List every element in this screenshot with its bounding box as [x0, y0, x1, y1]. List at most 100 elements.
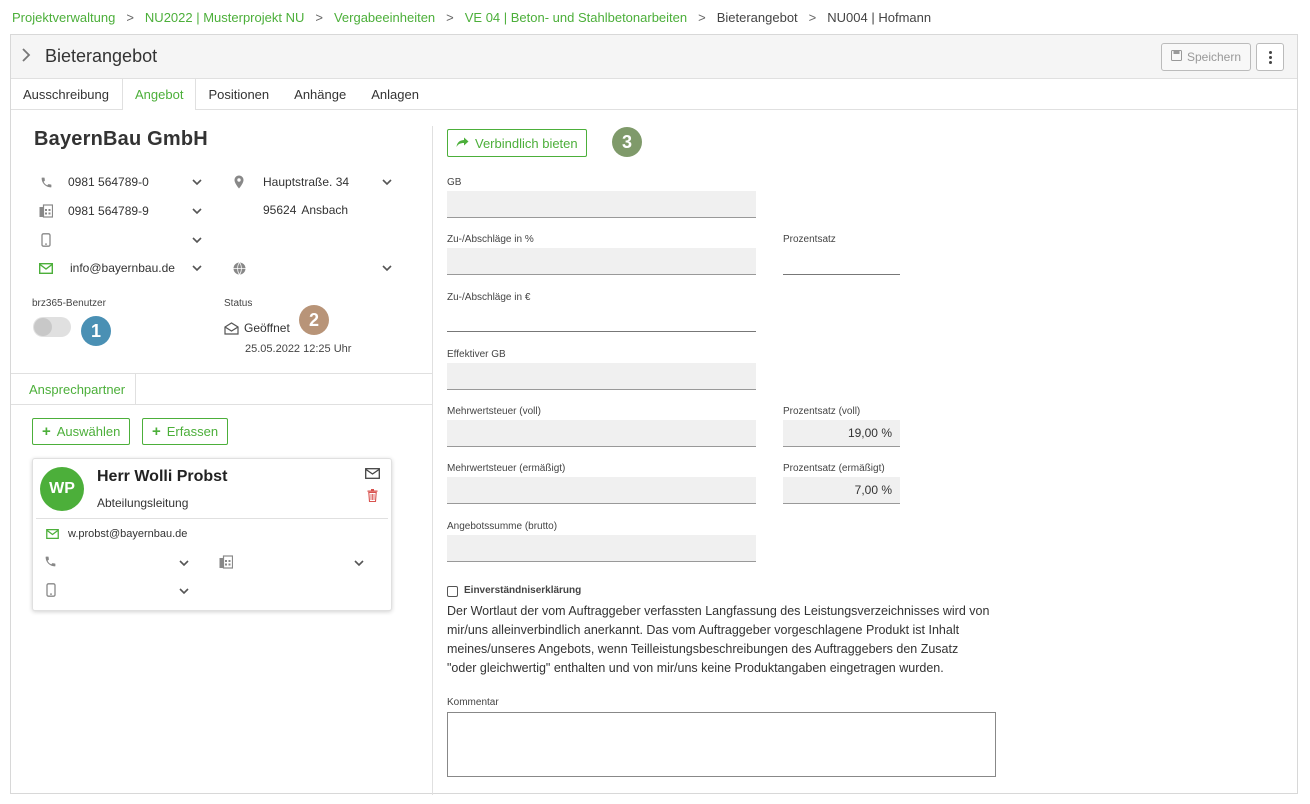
tab-bar: Ausschreibung Angebot Positionen Anhänge… [11, 79, 1297, 110]
page-title: Bieterangebot [45, 46, 158, 66]
chevron-down-icon[interactable] [191, 207, 203, 219]
company-city-row: 95624 Ansbach [263, 203, 348, 217]
status-label: Status [224, 298, 253, 309]
email-icon[interactable] [365, 468, 380, 482]
tab-ansprechpartner[interactable]: Ansprechpartner [21, 373, 136, 405]
breadcrumb-separator: > [808, 10, 817, 25]
chevron-right-icon[interactable] [21, 47, 35, 65]
consent-text-line: meines/unseres Angebots, wenn Teilleistu… [447, 642, 959, 656]
consent-text: Der Wortlaut der vom Auftraggeber verfas… [447, 602, 1007, 678]
phone-icon [44, 555, 57, 571]
brz-user-label: brz365-Benutzer [32, 298, 106, 309]
vat-full-rate-field[interactable]: 19,00 % [783, 420, 900, 447]
vat-full-rate-label: Prozentsatz (voll) [783, 406, 861, 417]
save-icon [1170, 50, 1182, 64]
chevron-down-icon[interactable] [381, 264, 393, 276]
breadcrumb-vergabeeinheiten[interactable]: Vergabeeinheiten [334, 10, 435, 25]
tab-angebot[interactable]: Angebot [122, 79, 197, 110]
fax-icon [219, 555, 234, 572]
company-phone-row: 0981 564789-0 [38, 174, 149, 190]
column-divider [432, 126, 433, 795]
tab-ausschreibung[interactable]: Ausschreibung [11, 79, 122, 109]
vat-full-field[interactable] [447, 420, 756, 447]
phone-icon [38, 174, 54, 190]
bid-binding-button[interactable]: Verbindlich bieten [447, 129, 587, 157]
contact-email-row: w.probst@bayernbau.de [44, 526, 187, 542]
contact-name: Herr Wolli Probst [97, 468, 228, 485]
company-email[interactable]: info@bayernbau.de [70, 261, 175, 275]
effective-gb-field[interactable] [447, 363, 756, 390]
chevron-down-icon[interactable] [178, 587, 190, 599]
consent-text-line: "oder gleichwertig" enthalten und von mi… [447, 661, 944, 675]
fax-icon [38, 203, 54, 219]
card-divider [36, 518, 388, 519]
breadcrumb-separator: > [315, 10, 323, 25]
share-arrow-icon [456, 136, 469, 151]
consent-checkbox[interactable] [447, 586, 458, 597]
main-panel: Bieterangebot Speichern Ausschreibung An… [10, 34, 1298, 795]
percent-rate-field[interactable] [783, 248, 900, 275]
select-contact-button[interactable]: + Auswählen [32, 418, 131, 445]
effective-gb-label: Effektiver GB [447, 349, 506, 360]
chevron-down-icon[interactable] [191, 264, 203, 276]
vat-reduced-label: Mehrwertsteuer (ermäßigt) [447, 463, 566, 474]
status-row: Geöffnet [223, 320, 290, 336]
contact-role: Abteilungsleitung [97, 496, 189, 510]
map-marker-icon [231, 174, 247, 190]
vat-reduced-field[interactable] [447, 477, 756, 504]
company-street: Hauptstraße. 34 [263, 175, 350, 189]
comment-textarea[interactable] [447, 712, 996, 777]
company-email-row: info@bayernbau.de [38, 260, 175, 276]
more-vertical-icon[interactable] [1256, 43, 1284, 71]
email-icon [38, 260, 54, 276]
gb-field[interactable] [447, 191, 756, 218]
contact-email[interactable]: w.probst@bayernbau.de [68, 528, 187, 540]
total-gross-field[interactable] [447, 535, 756, 562]
company-city: Ansbach [301, 203, 349, 217]
chevron-down-icon[interactable] [353, 559, 365, 571]
avatar: WP [40, 467, 84, 511]
total-gross-label: Angebotssumme (brutto) [447, 521, 558, 532]
company-website-row [231, 260, 263, 276]
company-mobile-row [38, 232, 68, 248]
vat-reduced-rate-label: Prozentsatz (ermäßigt) [783, 463, 885, 474]
breadcrumb-separator: > [698, 10, 706, 25]
add-contact-button[interactable]: + Erfassen [142, 418, 229, 445]
consent-label: Einverständniserklärung [464, 585, 582, 596]
chevron-down-icon[interactable] [178, 559, 190, 571]
company-street-row: Hauptstraße. 34 [231, 174, 349, 190]
vat-full-label: Mehrwertsteuer (voll) [447, 406, 541, 417]
vat-reduced-rate-field[interactable]: 7,00 % [783, 477, 900, 504]
company-fax: 0981 564789-9 [68, 204, 149, 218]
breadcrumb-projektverwaltung[interactable]: Projektverwaltung [12, 10, 115, 25]
contact-card: WP Herr Wolli Probst Abteilungsleitung w… [32, 458, 392, 611]
breadcrumb-separator: > [126, 10, 134, 25]
save-button[interactable]: Speichern [1161, 43, 1251, 71]
chevron-down-icon[interactable] [381, 178, 393, 190]
tab-anlagen[interactable]: Anlagen [359, 79, 432, 109]
panel-header: Bieterangebot Speichern [11, 35, 1297, 79]
surcharge-percent-field[interactable] [447, 248, 756, 275]
chevron-down-icon[interactable] [191, 236, 203, 248]
trash-icon[interactable] [367, 489, 378, 505]
breadcrumb-ve04[interactable]: VE 04 | Beton- und Stahlbetonarbeiten [465, 10, 687, 25]
tab-anhaenge[interactable]: Anhänge [282, 79, 359, 109]
status-value: Geöffnet [244, 321, 290, 335]
badge-3: 3 [612, 127, 642, 157]
mobile-icon [46, 583, 56, 600]
breadcrumb-project[interactable]: NU2022 | Musterprojekt NU [145, 10, 304, 25]
brz-user-toggle[interactable] [33, 317, 71, 337]
contacts-tab-bar: Ansprechpartner [11, 373, 432, 405]
surcharge-euro-label: Zu-/Abschläge in € [447, 292, 531, 303]
badge-2: 2 [299, 305, 329, 335]
breadcrumb-bieterangebot: Bieterangebot [716, 10, 798, 25]
company-name: BayernBau GmbH [34, 128, 208, 150]
envelope-open-icon [223, 320, 239, 336]
plus-icon: + [152, 423, 161, 440]
tab-positionen[interactable]: Positionen [196, 79, 282, 109]
surcharge-euro-field[interactable] [447, 305, 756, 332]
comment-label: Kommentar [447, 697, 499, 708]
consent-text-line: mir/uns alleinverbindlich anerkannt. Das… [447, 623, 960, 637]
email-icon [44, 526, 60, 542]
chevron-down-icon[interactable] [191, 178, 203, 190]
